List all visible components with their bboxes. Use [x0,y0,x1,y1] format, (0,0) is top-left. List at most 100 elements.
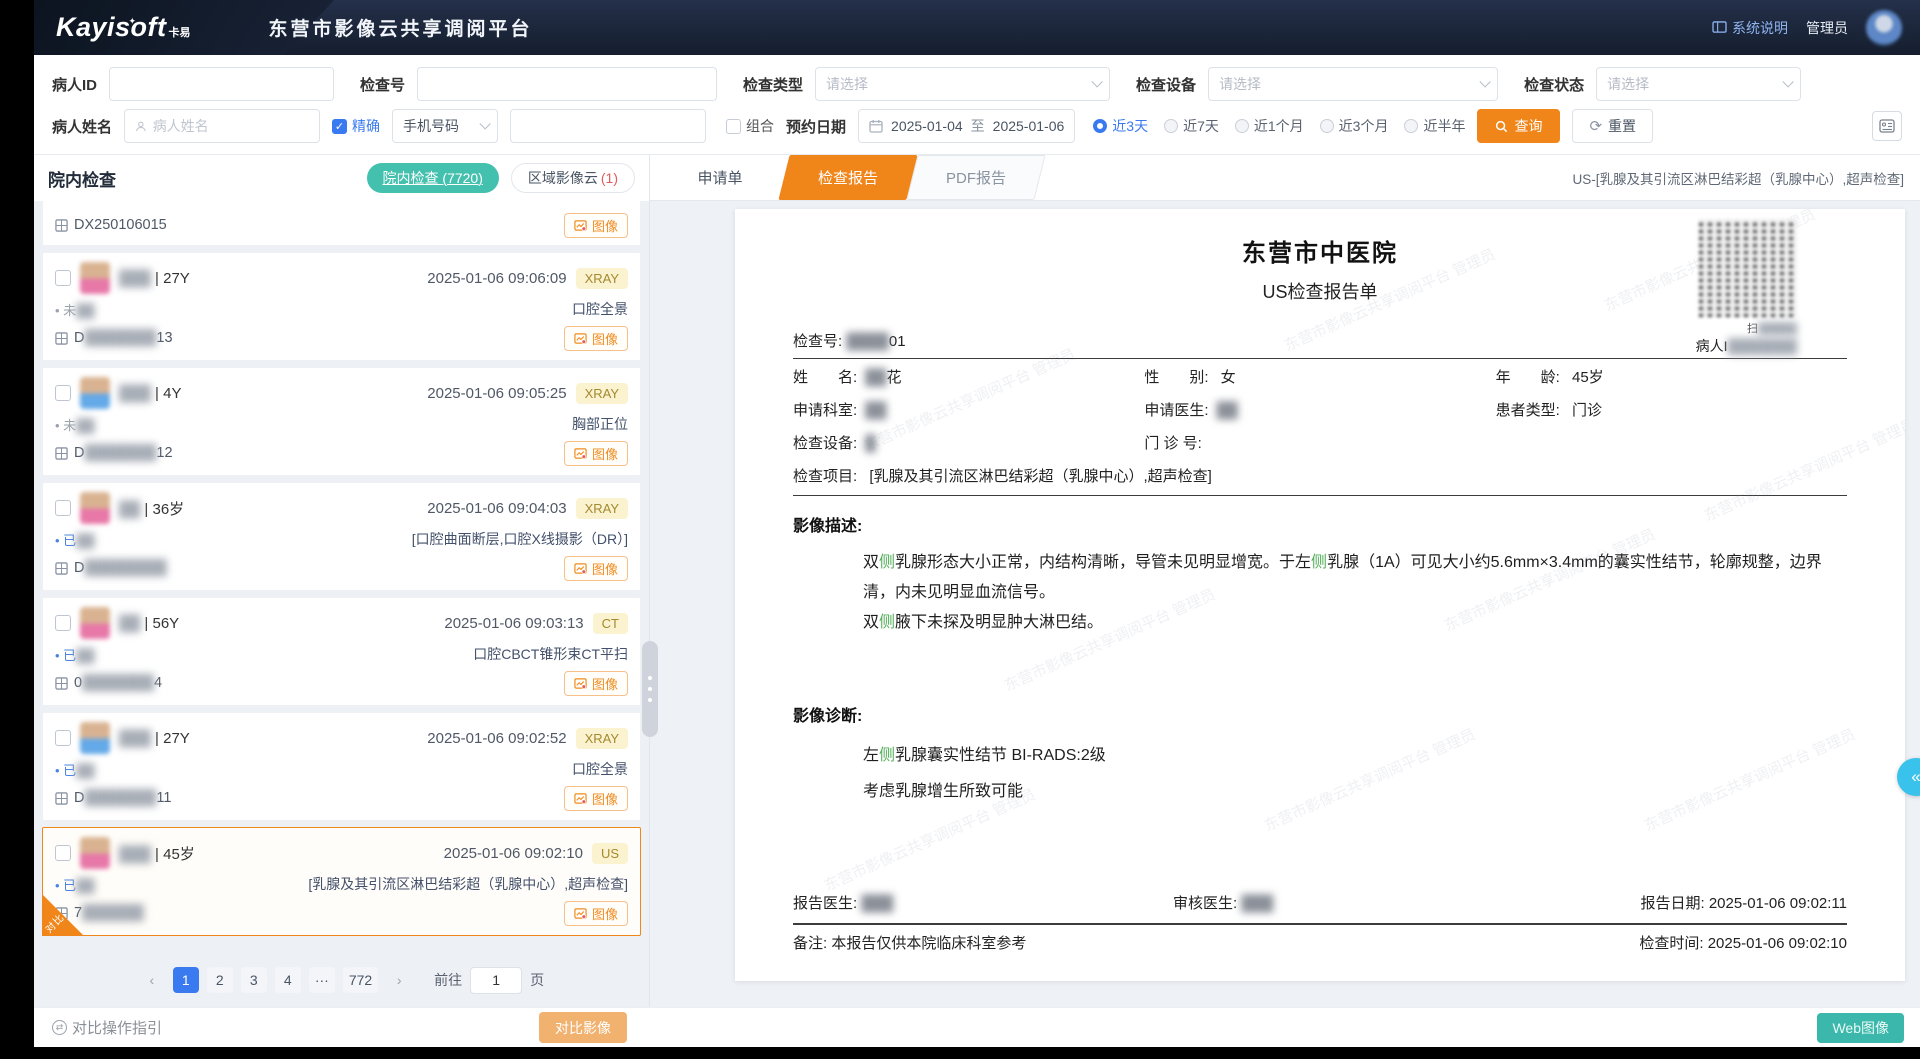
reset-icon: ⟳ [1589,117,1602,135]
exam-datetime: 2025-01-06 09:03:13 [444,615,583,632]
modality-badge: XRAY [576,498,628,519]
goto-page-input[interactable] [470,967,522,994]
report-doctor: 报告医生: ███ [793,889,1173,919]
next-page-button[interactable]: › [386,967,412,993]
tab-hospital-exams[interactable]: 院内检查 (7720) [367,163,499,193]
report-text-line: 考虑乳腺增生所致可能 [863,774,1843,810]
system-help-link[interactable]: 系统说明 [1712,18,1788,38]
web-image-button[interactable]: Web图像 [1817,1013,1904,1043]
exam-number: 0███████4 [55,675,162,691]
open-image-button[interactable]: 图像 [564,786,628,811]
exam-no-input-wrap [417,67,717,101]
radio-icon [1093,119,1107,133]
patient-field: 性 别: 女 [1144,361,1495,394]
exam-status-select[interactable]: 请选择 [1596,67,1801,101]
panel-resize-handle[interactable] [642,641,658,737]
patient-fields: 姓 名:██花性 别: 女年 龄: 45岁申请科室:██申请医生:██患者类型:… [793,361,1847,493]
report-tab-检查报告[interactable]: 检查报告 [784,155,912,200]
patient-avatar [80,262,110,294]
patient-name-label: 病人姓名 [52,116,112,137]
compare-images-button[interactable]: 对比影像 [539,1012,627,1043]
open-image-button[interactable]: 图像 [564,213,628,238]
quick-range-近3个月[interactable]: 近3个月 [1320,116,1389,136]
combo-checkbox[interactable]: 组合 [726,116,774,136]
report-doc-title: US检查报告单 [793,278,1847,304]
exam-list-item-partial[interactable]: DX250106015 图像 [42,201,641,246]
patient-name-input[interactable] [153,110,309,142]
page-button-···[interactable]: ··· [309,967,335,993]
radio-icon [1235,119,1249,133]
item-checkbox[interactable] [55,730,71,746]
exam-number: D███████11 [55,790,171,806]
quick-range-近半年[interactable]: 近半年 [1404,116,1465,136]
quick-range-近7天[interactable]: 近7天 [1164,116,1219,136]
quick-range-近1个月[interactable]: 近1个月 [1235,116,1304,136]
page-title: 东营市影像云共享调阅平台 [269,14,533,41]
item-checkbox[interactable] [55,845,71,861]
tab-region-cloud[interactable]: 区域影像云(1) [511,163,635,193]
patient-field: 门 诊 号: [1144,427,1495,460]
film-icon [55,332,68,345]
film-icon [55,562,68,575]
item-checkbox[interactable] [55,270,71,286]
exam-type-select[interactable]: 请选择 [815,67,1110,101]
exam-list-item[interactable]: ███ | 45岁2025-01-06 09:02:10US• 已██[乳腺及其… [42,827,641,936]
exam-list-item[interactable]: ██ | 56Y2025-01-06 09:03:13CT• 已██口腔CBCT… [42,597,641,706]
patient-id-line: 病人I███████ [1693,336,1797,356]
exam-list-item[interactable]: ███ | 27Y2025-01-06 09:06:09XRAY• 未██口腔全… [42,252,641,361]
exact-match-checkbox[interactable]: ✓精确 [332,116,380,136]
prev-page-button[interactable]: ‹ [139,967,165,993]
item-checkbox[interactable] [55,615,71,631]
report-document: 东营市影像云共享调阅平台 管理员东营市影像云共享调阅平台 管理员东营市影像云共享… [735,209,1905,981]
patient-name-age: ███ | 45岁 [119,843,195,864]
open-image-button[interactable]: 图像 [564,671,628,696]
open-image-button[interactable]: 图像 [564,441,628,466]
page-button-2[interactable]: 2 [207,967,233,993]
imaging-description: 双侧乳腺形态大小正常，内结构清晰，导管未见明显增宽。于左侧乳腺（1A）可见大小约… [863,548,1843,638]
report-text-line: 双侧腋下未探及明显肿大淋巴结。 [863,608,1843,638]
date-range-picker[interactable]: 2025-01-04 至 2025-01-06 [858,109,1075,143]
patient-id-label: 病人ID [52,74,97,95]
exam-no-input[interactable] [428,68,706,100]
patient-name-input-wrap [124,109,320,143]
exam-list-item[interactable]: ███ | 27Y2025-01-06 09:02:52XRAY• 已██口腔全… [42,712,641,821]
report-text-line: 左侧乳腺囊实性结节 BI-RADS:2级 [863,738,1843,774]
page-button-772[interactable]: 772 [343,967,378,993]
exam-status-label: 检查状态 [1524,74,1584,95]
user-avatar[interactable] [1866,10,1902,46]
search-button[interactable]: 查询 [1477,109,1560,143]
report-tab-PDF报告[interactable]: PDF报告 [912,155,1040,200]
exam-list-item[interactable]: ███ | 4Y2025-01-06 09:05:25XRAY• 未██胸部正位… [42,367,641,476]
compare-guide-link[interactable]: ⇄ 对比操作指引 [52,1017,162,1038]
page-button-1[interactable]: 1 [173,967,199,993]
logo-text: Kayisoft [56,12,167,43]
modality-badge: US [592,843,628,864]
report-tab-申请单[interactable]: 申请单 [656,155,784,200]
exam-description: 口腔全景 [572,299,628,319]
report-tabbar: 申请单检查报告PDF报告 US-[乳腺及其引流区淋巴结彩超（乳腺中心）,超声检查… [650,155,1920,201]
exam-number: D███████13 [55,330,173,346]
reset-button[interactable]: ⟳ 重置 [1572,109,1653,143]
patient-field: 申请医生:██ [1144,394,1495,427]
item-checkbox[interactable] [55,500,71,516]
view-toggle-button[interactable] [1872,111,1902,141]
page-button-4[interactable]: 4 [275,967,301,993]
exam-device-select[interactable]: 请选择 [1208,67,1498,101]
open-image-button[interactable]: 图像 [564,326,628,351]
phone-input[interactable] [521,110,695,142]
report-exam-no: 检查号: ████01 [793,330,1847,351]
patient-id-input[interactable] [120,68,323,100]
open-image-button[interactable]: 图像 [564,901,628,926]
phone-number-select[interactable]: 手机号码 [392,109,498,143]
open-image-button[interactable]: 图像 [564,556,628,581]
panel-title: 院内检查 [48,166,116,191]
quick-range-近3天[interactable]: 近3天 [1093,116,1148,136]
exam-datetime: 2025-01-06 09:05:25 [427,385,566,402]
radio-icon [1320,119,1334,133]
exam-description: 胸部正位 [572,414,628,434]
page-button-3[interactable]: 3 [241,967,267,993]
exam-list-item[interactable]: ██ | 36岁2025-01-06 09:04:03XRAY• 已██[口腔曲… [42,482,641,591]
image-icon [574,677,587,690]
exam-number: DX250106015 [55,217,167,233]
item-checkbox[interactable] [55,385,71,401]
